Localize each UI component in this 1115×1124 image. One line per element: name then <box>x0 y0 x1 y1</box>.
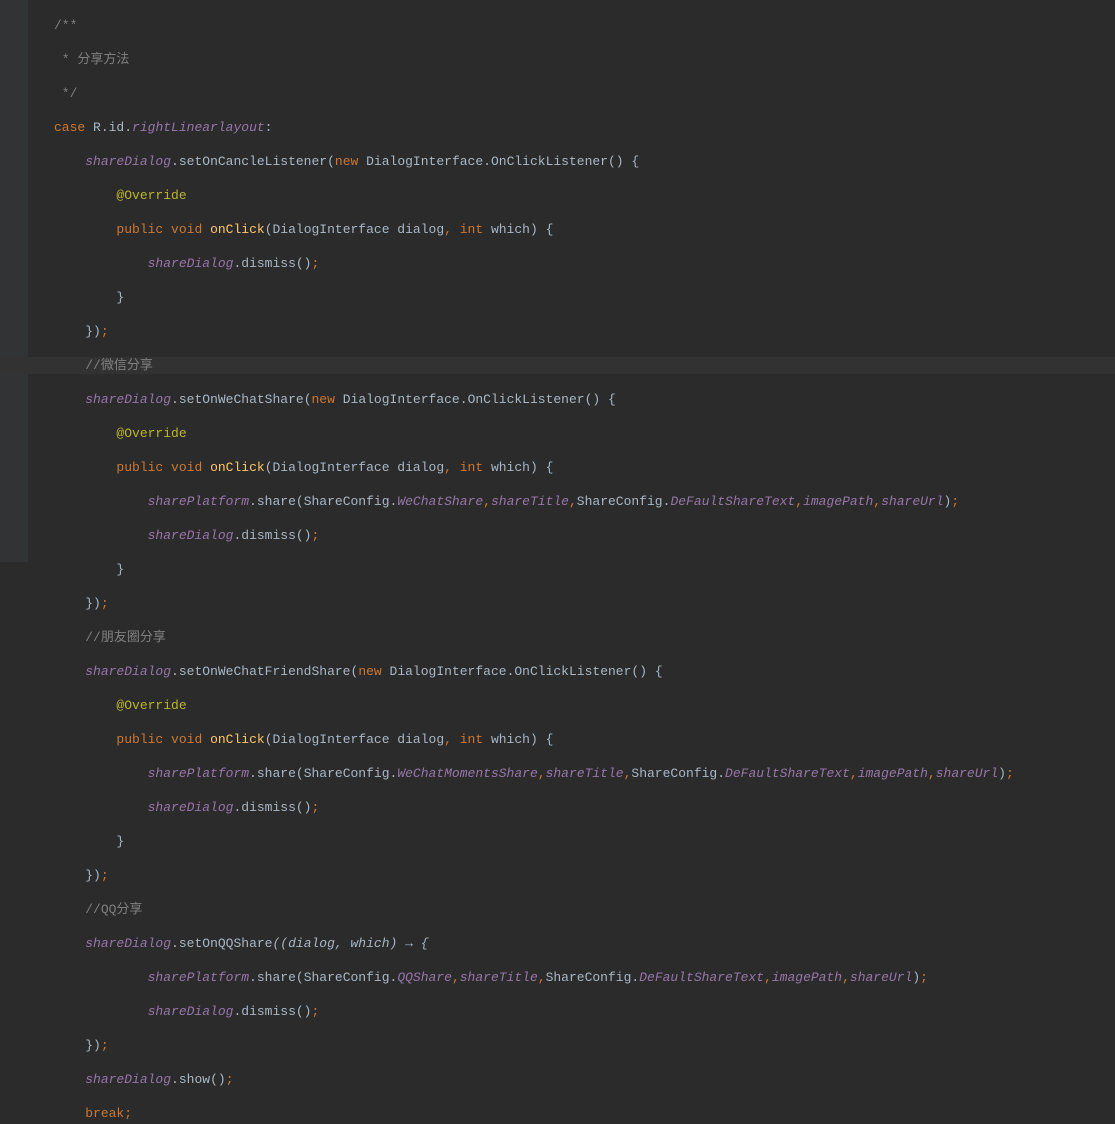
kw-public: public <box>116 222 163 237</box>
field-sharedialog: shareDialog <box>85 392 171 407</box>
method-onclick: onClick <box>210 222 265 237</box>
comment-moments: //朋友圈分享 <box>85 630 166 645</box>
field-shareurl: shareUrl <box>881 494 943 509</box>
brace: { <box>624 154 640 169</box>
comment: /** <box>54 18 77 33</box>
brace: } <box>116 290 124 305</box>
lambda: ((dialog, which) → { <box>272 936 428 951</box>
field-sharedialog: shareDialog <box>85 154 171 169</box>
method: setOnWeChatShare <box>179 392 304 407</box>
method: setOnCancleListener <box>179 154 327 169</box>
code-editor[interactable]: /** * 分享方法 */ case R.id.rightLinearlayou… <box>0 0 1115 1124</box>
const-defaulttext: DeFaultShareText <box>670 494 795 509</box>
field-sharedialog: shareDialog <box>148 256 234 271</box>
field-imagepath: imagePath <box>803 494 873 509</box>
param: which) <box>483 222 538 237</box>
r-id: R.id. <box>93 120 132 135</box>
method: setOnWeChatFriendShare <box>179 664 351 679</box>
const-momentsshare: WeChatMomentsShare <box>397 766 537 781</box>
text <box>85 120 93 135</box>
method-show: show <box>179 1072 210 1087</box>
text <box>358 154 366 169</box>
field-shareplatform: sharePlatform <box>148 494 249 509</box>
const-qqshare: QQShare <box>397 970 452 985</box>
args: () <box>608 154 624 169</box>
dot: . <box>483 154 491 169</box>
kw-int: int <box>460 222 483 237</box>
class: OnClickListener <box>491 154 608 169</box>
anno-override: @Override <box>116 188 186 203</box>
const-wechatshare: WeChatShare <box>397 494 483 509</box>
kw-void: void <box>171 222 202 237</box>
paren: ( <box>327 154 335 169</box>
method-share: share <box>257 494 296 509</box>
params: (DialogInterface dialog <box>265 222 444 237</box>
kw-new: new <box>335 154 358 169</box>
close: }) <box>85 324 101 339</box>
method: setOnQQShare <box>179 936 273 951</box>
comma: , <box>444 222 452 237</box>
method-dismiss: dismiss <box>241 256 296 271</box>
dot: . <box>171 154 179 169</box>
kw-break: break <box>85 1106 124 1121</box>
class: DialogInterface <box>366 154 483 169</box>
kw-case: case <box>54 120 85 135</box>
anno-override: @Override <box>116 426 186 441</box>
field-rightlayout: rightLinearlayout <box>132 120 265 135</box>
brace: { <box>538 222 554 237</box>
colon: : <box>265 120 273 135</box>
comment: * 分享方法 <box>54 52 129 67</box>
comment-wechat: //微信分享 <box>85 358 153 373</box>
comment: */ <box>54 86 77 101</box>
comment-qq: //QQ分享 <box>85 902 142 917</box>
field-sharetitle: shareTitle <box>491 494 569 509</box>
